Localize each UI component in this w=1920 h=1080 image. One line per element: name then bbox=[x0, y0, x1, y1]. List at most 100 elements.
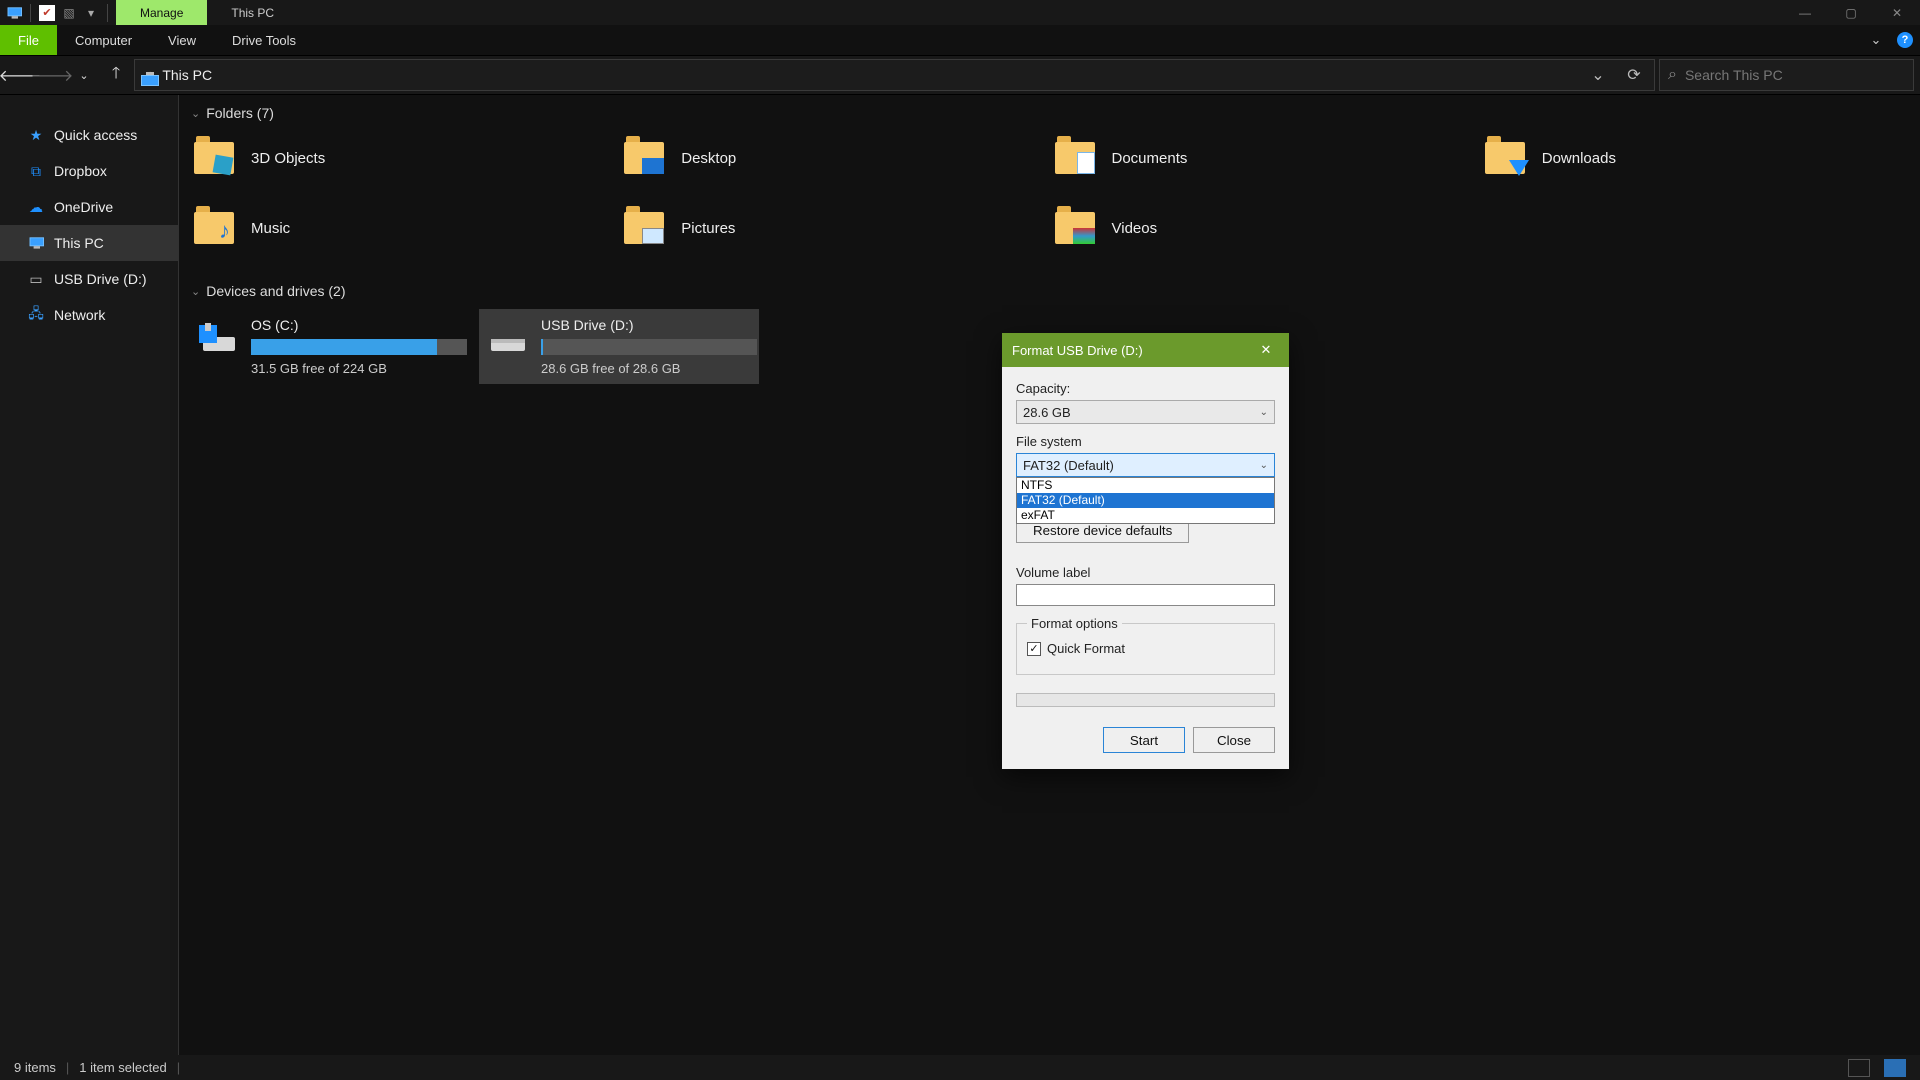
status-item-count: 9 items bbox=[14, 1060, 56, 1075]
ribbon-tab-file[interactable]: File bbox=[0, 25, 57, 55]
ribbon-tab-drive-tools[interactable]: Drive Tools bbox=[214, 25, 314, 55]
usb-icon: ▭ bbox=[28, 271, 44, 287]
folder-label: Videos bbox=[1112, 220, 1158, 237]
folder-icon bbox=[623, 137, 665, 179]
chevron-down-icon: ⌄ bbox=[191, 285, 200, 298]
ribbon: File Computer View Drive Tools ⌄ ? bbox=[0, 25, 1920, 55]
sidebar-item-this-pc[interactable]: This PC bbox=[0, 225, 178, 261]
separator bbox=[107, 4, 108, 22]
folder-3d-objects[interactable]: 3D Objects bbox=[189, 131, 619, 185]
drives-section-header[interactable]: ⌄ Devices and drives (2) bbox=[179, 273, 1920, 309]
drive-free-space: 28.6 GB free of 28.6 GB bbox=[541, 361, 757, 376]
sidebar-item-usb-drive[interactable]: ▭ USB Drive (D:) bbox=[0, 261, 178, 297]
status-bar: 9 items | 1 item selected | bbox=[0, 1055, 1920, 1080]
navigation-bar: 🡐 🡒 ⌄ 🡑 › This PC ⌄ ⟳ ⌕ bbox=[0, 55, 1920, 95]
chevron-down-icon: ⌄ bbox=[1260, 460, 1268, 471]
folder-pictures[interactable]: Pictures bbox=[619, 201, 1049, 255]
volume-label-label: Volume label bbox=[1016, 565, 1275, 580]
sidebar-item-network[interactable]: 🖧 Network bbox=[0, 297, 178, 333]
refresh-button[interactable]: ⟳ bbox=[1620, 61, 1648, 89]
folder-downloads[interactable]: Downloads bbox=[1480, 131, 1910, 185]
folder-icon bbox=[623, 207, 665, 249]
start-button-label: Start bbox=[1130, 733, 1158, 748]
minimize-button[interactable]: — bbox=[1782, 0, 1828, 25]
filesystem-select[interactable]: FAT32 (Default) ⌄ NTFS FAT32 (Default) e… bbox=[1016, 453, 1275, 477]
titlebar: ✔ ▧ ▾ Manage This PC — ▢ ✕ bbox=[0, 0, 1920, 25]
recent-locations-button[interactable]: ⌄ bbox=[70, 61, 98, 89]
properties-icon[interactable]: ✔ bbox=[39, 5, 55, 21]
separator: | bbox=[177, 1060, 180, 1075]
dialog-title: Format USB Drive (D:) bbox=[1012, 343, 1143, 358]
window-title-text: This PC bbox=[231, 6, 274, 20]
up-button[interactable]: 🡑 bbox=[102, 61, 130, 89]
drive-capacity-bar bbox=[251, 339, 467, 355]
folder-documents[interactable]: Documents bbox=[1050, 131, 1480, 185]
filesystem-option-ntfs[interactable]: NTFS bbox=[1017, 478, 1274, 493]
folder-desktop[interactable]: Desktop bbox=[619, 131, 1049, 185]
folders-section-header[interactable]: ⌄ Folders (7) bbox=[179, 95, 1920, 131]
folder-icon bbox=[1054, 207, 1096, 249]
ribbon-tab-view[interactable]: View bbox=[150, 25, 214, 55]
ribbon-context-tab-manage[interactable]: Manage bbox=[116, 0, 207, 25]
start-button[interactable]: Start bbox=[1103, 727, 1185, 753]
sidebar-item-label: OneDrive bbox=[54, 199, 113, 215]
pc-icon bbox=[28, 235, 44, 251]
sidebar-item-dropbox[interactable]: ⧉ Dropbox bbox=[0, 153, 178, 189]
new-folder-icon[interactable]: ▧ bbox=[61, 5, 77, 21]
qat-customize-icon[interactable]: ▾ bbox=[83, 5, 99, 21]
format-progress-bar bbox=[1016, 693, 1275, 707]
folder-label: 3D Objects bbox=[251, 150, 325, 167]
drives-header-label: Devices and drives (2) bbox=[206, 283, 345, 299]
help-button[interactable]: ? bbox=[1890, 25, 1920, 55]
navigation-pane: ★ Quick access ⧉ Dropbox ☁ OneDrive This… bbox=[0, 95, 178, 1055]
filesystem-dropdown: NTFS FAT32 (Default) exFAT bbox=[1016, 477, 1275, 524]
folder-label: Pictures bbox=[681, 220, 735, 237]
cloud-icon: ☁ bbox=[28, 199, 44, 215]
tiles-view-button[interactable] bbox=[1884, 1059, 1906, 1077]
folders-header-label: Folders (7) bbox=[206, 105, 274, 121]
folder-music[interactable]: ♪ Music bbox=[189, 201, 619, 255]
sidebar-item-onedrive[interactable]: ☁ OneDrive bbox=[0, 189, 178, 225]
chevron-down-icon: ⌄ bbox=[1260, 407, 1268, 418]
quick-access-toolbar: ✔ ▧ ▾ bbox=[0, 0, 116, 25]
forward-button[interactable]: 🡒 bbox=[38, 61, 66, 89]
breadcrumb[interactable]: This PC bbox=[162, 67, 212, 83]
search-input[interactable] bbox=[1685, 67, 1905, 83]
separator bbox=[30, 4, 31, 22]
format-dialog: Format USB Drive (D:) ✕ Capacity: 28.6 G… bbox=[1002, 333, 1289, 769]
close-button[interactable]: ✕ bbox=[1874, 0, 1920, 25]
folder-videos[interactable]: Videos bbox=[1050, 201, 1480, 255]
address-bar[interactable]: › This PC ⌄ ⟳ bbox=[134, 59, 1655, 91]
drive-name: OS (C:) bbox=[251, 317, 467, 333]
close-dialog-button[interactable]: Close bbox=[1193, 727, 1275, 753]
quick-format-checkbox[interactable]: ✓ Quick Format bbox=[1027, 641, 1264, 656]
folder-label: Desktop bbox=[681, 150, 736, 167]
filesystem-label: File system bbox=[1016, 434, 1275, 449]
drive-os-c[interactable]: OS (C:) 31.5 GB free of 224 GB bbox=[189, 309, 469, 384]
sidebar-item-quick-access[interactable]: ★ Quick access bbox=[0, 117, 178, 153]
folder-icon: ♪ bbox=[193, 207, 235, 249]
search-box[interactable]: ⌕ bbox=[1659, 59, 1914, 91]
ribbon-tab-file-label: File bbox=[18, 33, 39, 48]
manage-tab-label: Manage bbox=[140, 6, 183, 20]
filesystem-option-exfat[interactable]: exFAT bbox=[1017, 508, 1274, 523]
dialog-close-button[interactable]: ✕ bbox=[1253, 337, 1279, 363]
filesystem-option-fat32[interactable]: FAT32 (Default) bbox=[1017, 493, 1274, 508]
explorer-icon bbox=[6, 5, 22, 21]
volume-label-input[interactable] bbox=[1016, 584, 1275, 606]
drive-capacity-bar bbox=[541, 339, 757, 355]
chevron-down-icon: ⌄ bbox=[191, 107, 200, 120]
sidebar-item-label: Dropbox bbox=[54, 163, 107, 179]
ribbon-collapse-icon[interactable]: ⌄ bbox=[1862, 25, 1890, 55]
windows-drive-icon bbox=[197, 317, 239, 359]
address-dropdown-icon[interactable]: ⌄ bbox=[1584, 61, 1612, 89]
folder-icon bbox=[193, 137, 235, 179]
maximize-button[interactable]: ▢ bbox=[1828, 0, 1874, 25]
details-view-button[interactable] bbox=[1848, 1059, 1870, 1077]
drive-usb-d[interactable]: USB Drive (D:) 28.6 GB free of 28.6 GB bbox=[479, 309, 759, 384]
ribbon-tab-computer[interactable]: Computer bbox=[57, 25, 150, 55]
capacity-select[interactable]: 28.6 GB ⌄ bbox=[1016, 400, 1275, 424]
folder-icon bbox=[1054, 137, 1096, 179]
dialog-titlebar[interactable]: Format USB Drive (D:) ✕ bbox=[1002, 333, 1289, 367]
format-options-group: Format options ✓ Quick Format bbox=[1016, 616, 1275, 675]
